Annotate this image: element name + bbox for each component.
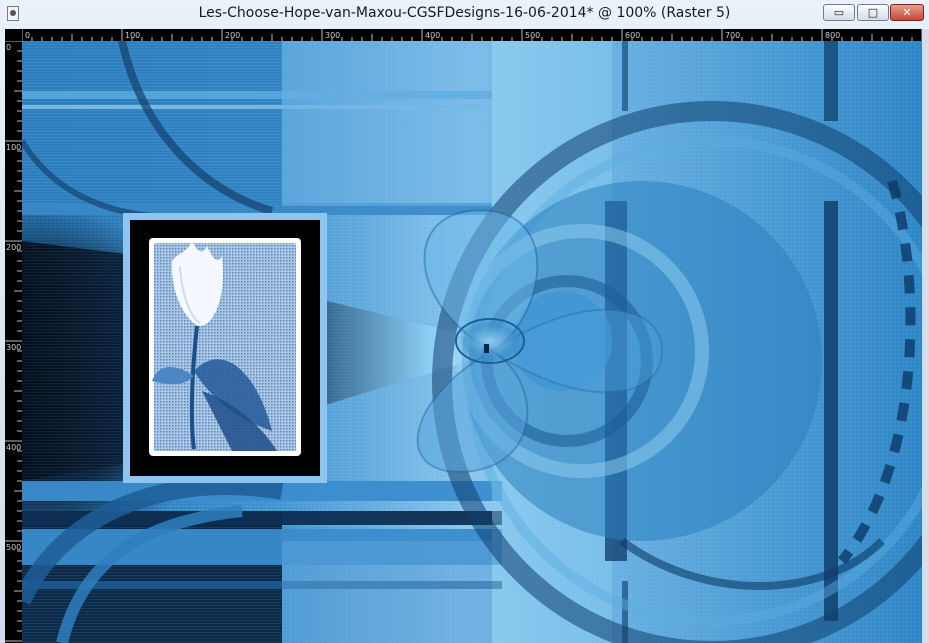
image-window: Les-Choose-Hope-van-Maxou-CGSFDesigns-16… [0,0,929,643]
ruler-label-h: 300 [325,31,340,40]
ruler-label-v: 0 [6,43,11,52]
ruler-label-h: 700 [725,31,740,40]
photo-frame[interactable] [123,213,327,483]
ruler-label-h: 0 [25,31,30,40]
maximize-button[interactable]: □ [857,4,889,21]
ruler-label-h: 600 [625,31,640,40]
ruler-label-h: 800 [825,31,840,40]
image-canvas[interactable] [22,41,922,643]
vertical-ruler: 0 100 200 300 400 500 [5,41,22,643]
title-bar[interactable]: Les-Choose-Hope-van-Maxou-CGSFDesigns-16… [0,0,929,28]
close-button[interactable]: ✕ [890,4,924,21]
window-title: Les-Choose-Hope-van-Maxou-CGSFDesigns-16… [198,5,731,21]
ruler-label-h: 100 [125,31,140,40]
ruler-label-h: 500 [525,31,540,40]
ruler-corner [5,29,22,41]
minimize-button[interactable]: ▭ [823,4,855,21]
vertical-scrollbar[interactable] [922,29,929,643]
ruler-label-h: 400 [425,31,440,40]
ruler-label-h: 200 [225,31,240,40]
horizontal-ruler: 0 100 200 300 400 500 600 700 800 [22,29,922,41]
